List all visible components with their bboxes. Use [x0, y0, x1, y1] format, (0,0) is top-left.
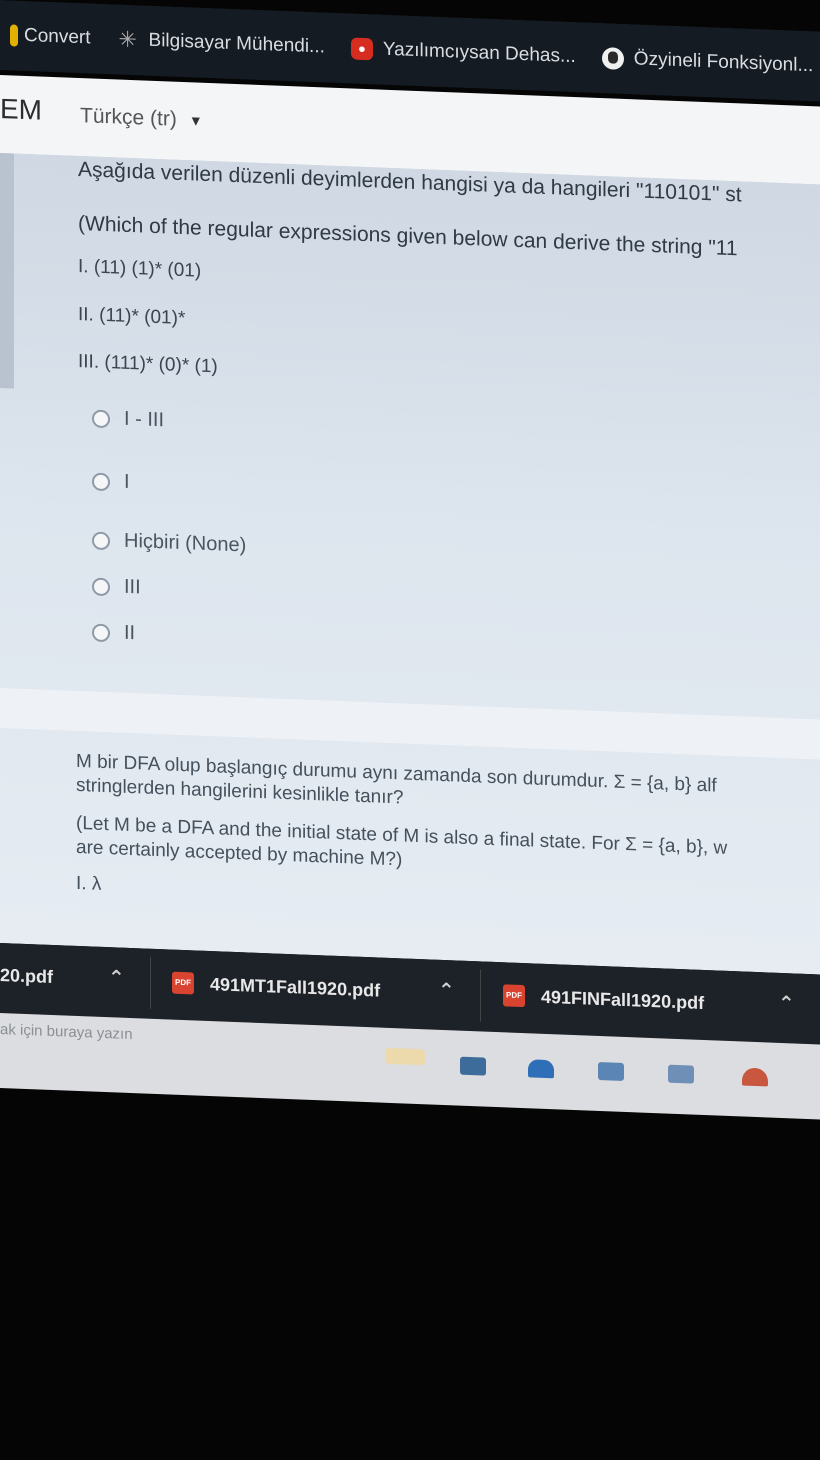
option-label[interactable]: Hiçbiri (None): [124, 530, 246, 558]
option-label[interactable]: II: [124, 622, 135, 645]
chevron-up-icon[interactable]: ⌃: [778, 991, 795, 1017]
quiz-content: Aşağıda verilen düzenli deyimlerden hang…: [0, 153, 820, 975]
radio-button[interactable]: [92, 472, 110, 491]
divider: [480, 969, 481, 1022]
option-none[interactable]: Hiçbiri (None): [92, 529, 246, 558]
chevron-up-icon[interactable]: ⌃: [438, 978, 455, 1004]
bookmark-bilgisayar[interactable]: ✳ Bilgisayar Mühendi...: [117, 26, 325, 58]
download-filename: 491MT1Fall1920.pdf: [210, 973, 381, 1001]
language-selector[interactable]: Türkçe (tr) ▼: [80, 104, 203, 133]
bookmark-label: Bilgisayar Mühendi...: [148, 29, 325, 58]
bookmark-label: Özyineli Fonksiyonl...: [633, 48, 814, 77]
bookmark-label: Convert: [24, 24, 91, 49]
edge-icon[interactable]: [528, 1059, 554, 1079]
question-2-line: I. λ: [76, 872, 102, 895]
radio-button[interactable]: [92, 409, 110, 428]
option-i[interactable]: I: [92, 470, 130, 494]
radio-button[interactable]: [92, 623, 110, 642]
option-i-iii[interactable]: I - III: [92, 407, 164, 433]
radio-button[interactable]: [92, 531, 110, 550]
divider: [150, 956, 151, 1009]
left-nav-strip: [0, 153, 14, 389]
download-filename: 20.pdf: [0, 965, 54, 988]
app-icon[interactable]: [668, 1064, 694, 1084]
screen: Convert ✳ Bilgisayar Mühendi... ● Yazılı…: [0, 0, 820, 1132]
pdf-icon: PDF: [503, 984, 525, 1008]
download-item-2[interactable]: PDF 491MT1Fall1920.pdf: [172, 971, 381, 1002]
pdf-icon: PDF: [172, 971, 194, 995]
bookmark-yazilimci[interactable]: ● Yazılımcıysan Dehas...: [350, 37, 576, 68]
download-item-1[interactable]: 20.pdf: [0, 965, 53, 988]
option-iii[interactable]: III: [92, 575, 141, 600]
bookmark-convert[interactable]: Convert: [10, 24, 91, 49]
site-brand[interactable]: EM: [0, 93, 42, 127]
red-app-icon: ●: [350, 37, 373, 61]
store-icon[interactable]: [598, 1061, 624, 1081]
expression-1: I. (11) (1)* (01): [78, 255, 202, 282]
option-ii[interactable]: II: [92, 621, 135, 646]
download-filename: 491FINFall1920.pdf: [541, 986, 705, 1013]
globe-icon: [601, 47, 624, 70]
option-label[interactable]: I - III: [124, 408, 164, 433]
question-separator: [0, 688, 820, 760]
option-label[interactable]: III: [124, 576, 141, 600]
task-view-icon[interactable]: [460, 1056, 486, 1076]
language-label: Türkçe (tr): [80, 104, 177, 131]
question-text-en: (Which of the regular expressions given …: [78, 211, 738, 261]
caret-down-icon: ▼: [188, 112, 203, 129]
download-item-3[interactable]: PDF 491FINFall1920.pdf: [503, 984, 704, 1014]
sparkle-icon: ✳: [118, 26, 137, 53]
taskbar-highlight: [385, 1047, 425, 1066]
taskbar-search-hint[interactable]: ak için buraya yazın: [0, 1021, 133, 1043]
option-label[interactable]: I: [124, 471, 130, 494]
bookmark-ozyineli[interactable]: Özyineli Fonksiyonl...: [601, 47, 814, 77]
expression-3: III. (111)* (0)* (1): [78, 350, 218, 378]
bookmark-label: Yazılımcıysan Dehas...: [382, 38, 576, 68]
expression-2: II. (11)* (01)*: [78, 303, 186, 330]
convert-icon: [10, 24, 18, 47]
chevron-up-icon[interactable]: ⌃: [108, 965, 125, 991]
radio-button[interactable]: [92, 577, 110, 596]
chrome-icon[interactable]: [742, 1067, 768, 1087]
